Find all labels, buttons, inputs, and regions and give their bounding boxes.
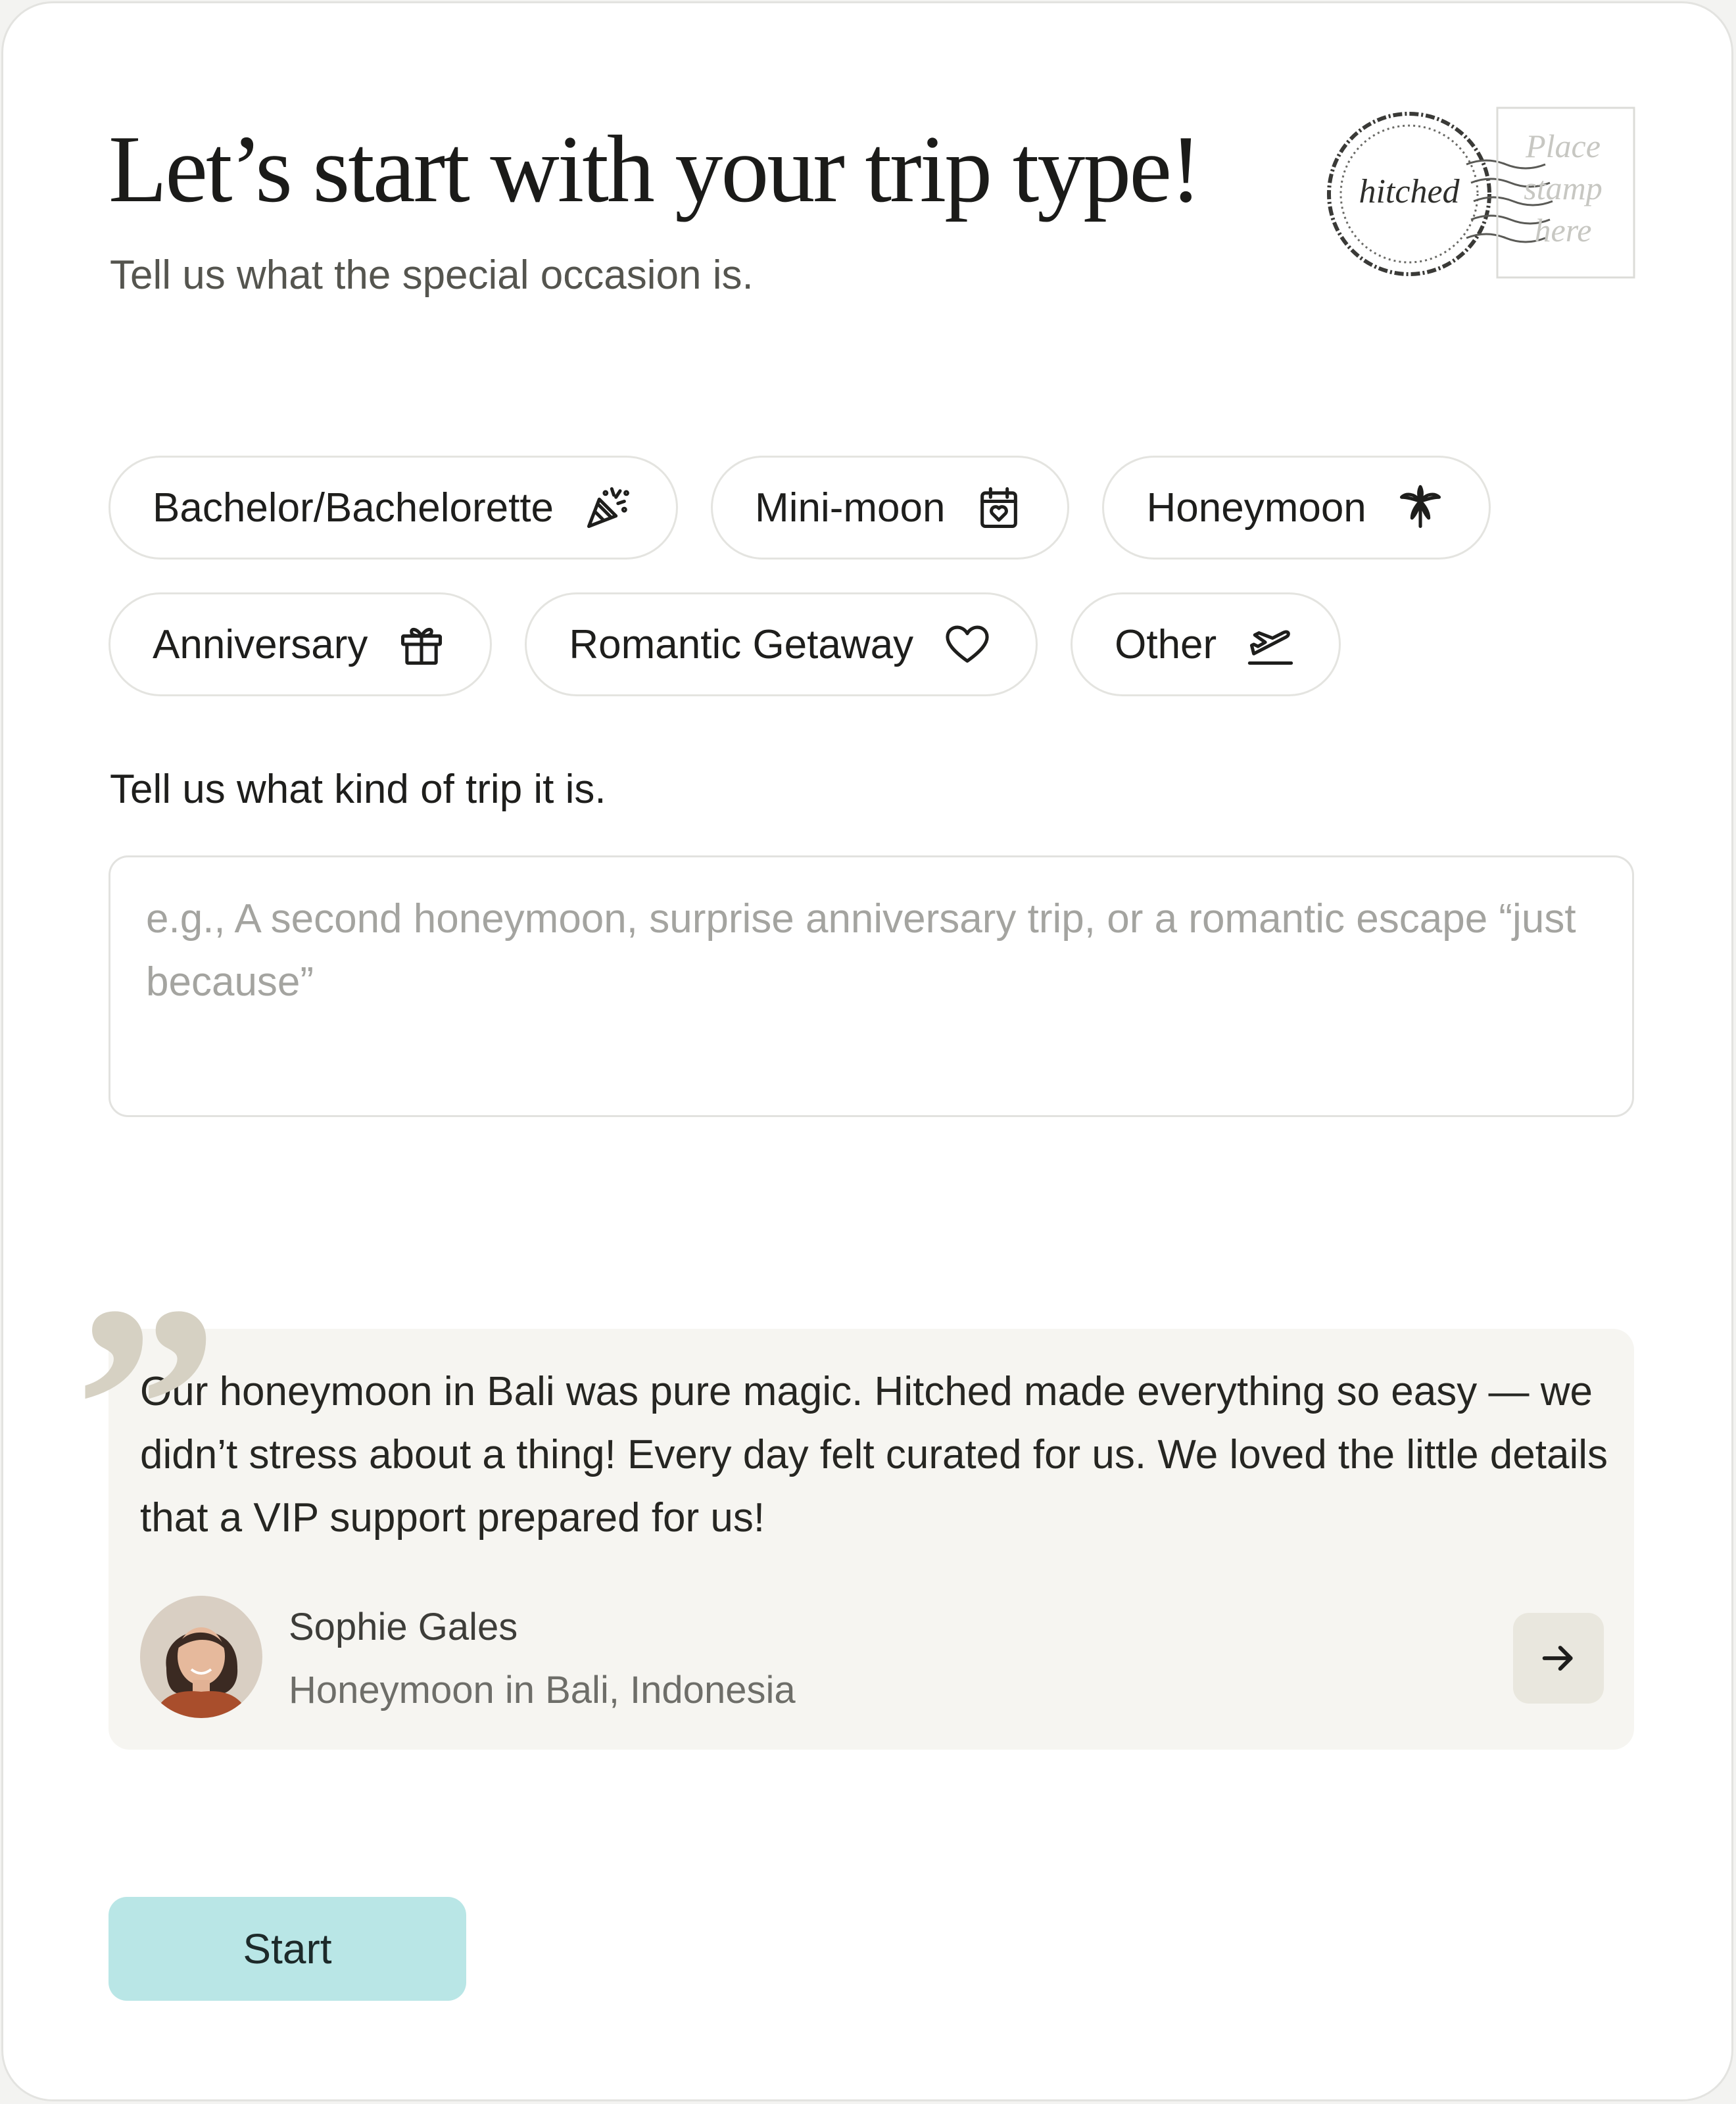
testimonial-author-trip: Honeymoon in Bali, Indonesia: [289, 1669, 796, 1711]
page-title: Let’s start with your trip type!: [108, 116, 1202, 222]
arrow-right-icon: [1542, 1646, 1573, 1671]
trip-type-options-row-2: Anniversary Romantic Getaway Other: [108, 592, 1341, 696]
trip-type-mini-moon[interactable]: Mini-moon: [711, 456, 1070, 560]
page-subtitle: Tell us what the special occasion is.: [110, 252, 754, 298]
svg-text:hitched: hitched: [1359, 173, 1460, 210]
stamp-caption: Place stamp here: [1497, 125, 1629, 251]
testimonial-quote: Our honeymoon in Bali was pure magic. Hi…: [140, 1369, 1608, 1541]
testimonial-author-name: Sophie Gales: [289, 1606, 518, 1648]
chip-label: Romantic Getaway: [569, 621, 914, 667]
trip-type-other[interactable]: Other: [1071, 592, 1341, 696]
avatar: [140, 1596, 262, 1718]
trip-type-options-row-1: Bachelor/Bachelorette Mini-moon Honeymoo…: [108, 456, 1491, 560]
chip-label: Bachelor/Bachelorette: [153, 485, 554, 531]
trip-description-input[interactable]: e.g., A second honeymoon, surprise anniv…: [108, 855, 1634, 1117]
palm-tree-icon: [1395, 483, 1445, 533]
postage-stamp: hitched Place stamp here: [1325, 105, 1641, 283]
testimonial-card: Our honeymoon in Bali was pure magic. Hi…: [108, 1329, 1634, 1750]
calendar-heart-icon: [974, 483, 1024, 533]
chip-label: Other: [1115, 621, 1217, 667]
quote-mark-icon: ”: [74, 1247, 219, 1567]
heart-icon: [942, 619, 992, 669]
stamp-caption-line: Place: [1526, 128, 1601, 164]
trip-type-romantic-getaway[interactable]: Romantic Getaway: [525, 592, 1038, 696]
chip-label: Anniversary: [153, 621, 368, 667]
plane-takeoff-icon: [1245, 619, 1295, 669]
chip-label: Mini-moon: [755, 485, 946, 531]
trip-type-honeymoon[interactable]: Honeymoon: [1102, 456, 1491, 560]
trip-type-anniversary[interactable]: Anniversary: [108, 592, 493, 696]
start-button[interactable]: Start: [108, 1897, 466, 2001]
next-testimonial-button[interactable]: [1513, 1613, 1604, 1704]
trip-type-card: Let’s start with your trip type! Tell us…: [1, 1, 1733, 2101]
chip-label: Honeymoon: [1146, 485, 1366, 531]
stamp-caption-line: here: [1534, 212, 1592, 249]
trip-description-placeholder: e.g., A second honeymoon, surprise anniv…: [146, 896, 1576, 1005]
trip-description-label: Tell us what kind of trip it is.: [110, 767, 606, 812]
stamp-caption-line: stamp: [1524, 170, 1603, 206]
gift-icon: [397, 619, 446, 669]
party-popper-icon: [583, 483, 633, 533]
trip-type-bachelor-bachelorette[interactable]: Bachelor/Bachelorette: [108, 456, 679, 560]
